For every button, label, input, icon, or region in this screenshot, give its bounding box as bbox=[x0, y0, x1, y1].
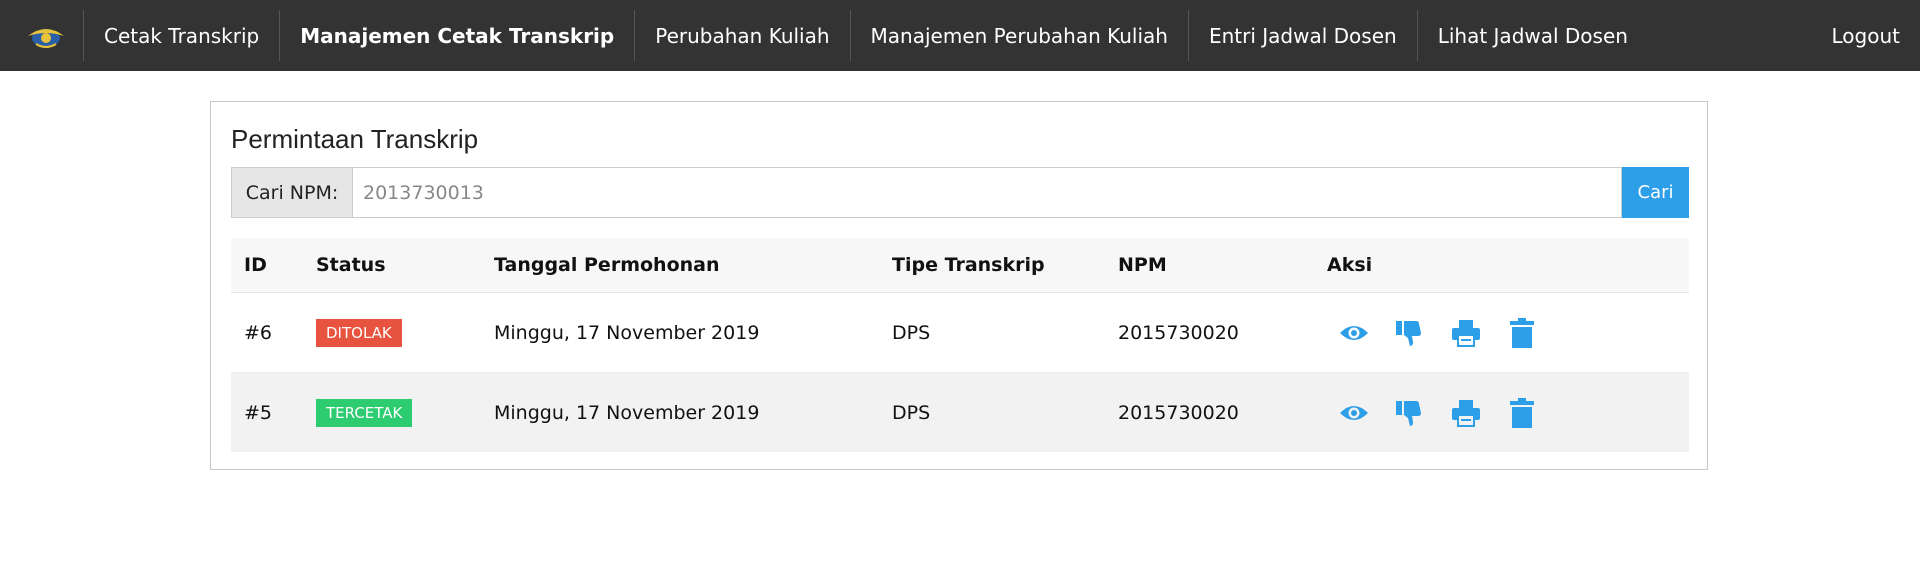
column-header-actions: Aksi bbox=[1314, 238, 1689, 293]
print-icon[interactable] bbox=[1451, 398, 1481, 428]
search-button[interactable]: Cari bbox=[1622, 167, 1689, 218]
requests-table: ID Status Tanggal Permohonan Tipe Transk… bbox=[231, 238, 1689, 452]
page-title: Permintaan Transkrip bbox=[231, 124, 479, 154]
table-row: #6 DITOLAK Minggu, 17 November 2019 DPS … bbox=[231, 292, 1689, 373]
trash-icon[interactable] bbox=[1507, 397, 1537, 428]
row-actions bbox=[1327, 397, 1689, 428]
row-actions bbox=[1327, 317, 1689, 348]
logo[interactable] bbox=[20, 10, 72, 62]
nav-item-perubahan-kuliah[interactable]: Perubahan Kuliah bbox=[634, 10, 849, 61]
column-header-id: ID bbox=[231, 238, 303, 293]
cell-type: DPS bbox=[879, 292, 1105, 373]
cell-type: DPS bbox=[879, 372, 1105, 452]
logout-link[interactable]: Logout bbox=[1832, 10, 1900, 61]
thumbs-down-icon[interactable] bbox=[1395, 398, 1425, 428]
status-badge: TERCETAK bbox=[316, 398, 413, 427]
cell-id: #6 bbox=[231, 292, 303, 373]
table-header-row: ID Status Tanggal Permohonan Tipe Transk… bbox=[231, 238, 1689, 293]
nav-item-manajemen-cetak-transkrip[interactable]: Manajemen Cetak Transkrip bbox=[279, 10, 634, 61]
nav-item-lihat-jadwal-dosen[interactable]: Lihat Jadwal Dosen bbox=[1416, 10, 1648, 61]
search-label: Cari NPM: bbox=[231, 167, 353, 218]
cell-date: Minggu, 17 November 2019 bbox=[481, 292, 879, 373]
trash-icon[interactable] bbox=[1507, 317, 1537, 348]
cell-npm: 2015730020 bbox=[1105, 292, 1314, 373]
npm-search-input[interactable] bbox=[353, 167, 1622, 218]
cell-id: #5 bbox=[231, 372, 303, 452]
nav-item-cetak-transkrip[interactable]: Cetak Transkrip bbox=[83, 10, 279, 61]
cell-date: Minggu, 17 November 2019 bbox=[481, 372, 879, 452]
table-row: #5 TERCETAK Minggu, 17 November 2019 DPS… bbox=[231, 372, 1689, 452]
cell-npm: 2015730020 bbox=[1105, 372, 1314, 452]
column-header-npm: NPM bbox=[1105, 238, 1314, 293]
eye-icon[interactable] bbox=[1339, 398, 1369, 428]
nav-item-manajemen-perubahan-kuliah[interactable]: Manajemen Perubahan Kuliah bbox=[849, 10, 1188, 61]
thumbs-down-icon[interactable] bbox=[1395, 318, 1425, 348]
eye-icon[interactable] bbox=[1339, 318, 1369, 348]
transcript-requests-panel: Permintaan Transkrip Cari NPM: Cari ID S… bbox=[210, 101, 1708, 470]
top-navbar: Cetak Transkrip Manajemen Cetak Transkri… bbox=[0, 0, 1920, 71]
search-bar: Cari NPM: Cari bbox=[231, 167, 1689, 218]
nav-item-entri-jadwal-dosen[interactable]: Entri Jadwal Dosen bbox=[1187, 10, 1417, 61]
column-header-status: Status bbox=[303, 238, 481, 293]
status-badge: DITOLAK bbox=[316, 318, 402, 347]
print-icon[interactable] bbox=[1451, 318, 1481, 348]
column-header-date: Tanggal Permohonan bbox=[481, 238, 879, 293]
column-header-type: Tipe Transkrip bbox=[879, 238, 1105, 293]
